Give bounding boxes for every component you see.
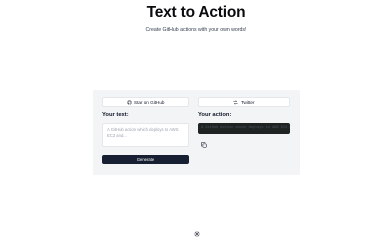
star-on-github-label: Star on GitHub: [134, 99, 165, 105]
your-text-label: Your text:: [102, 112, 129, 118]
twitter-label: Twitter: [240, 99, 255, 105]
copy-icon: [200, 141, 207, 148]
action-output: A GitHub action which deploys to AWS EC2…: [198, 123, 290, 134]
generate-button[interactable]: Generate: [102, 155, 189, 164]
twitter-button[interactable]: Twitter: [198, 97, 290, 107]
generate-label: Generate: [136, 157, 155, 162]
footer-settings-button[interactable]: [193, 230, 201, 238]
settings-icon: [194, 231, 200, 237]
page-title: Text to Action: [146, 4, 246, 21]
text-input[interactable]: [102, 123, 189, 147]
copy-button[interactable]: [200, 141, 207, 148]
page-subtitle: Create GitHub actions with your own word…: [145, 27, 247, 33]
swap-arrows-icon: [233, 99, 239, 105]
star-on-github-button[interactable]: Star on GitHub: [102, 97, 189, 107]
github-icon: [126, 99, 132, 105]
your-action-label: Your action:: [198, 112, 232, 118]
